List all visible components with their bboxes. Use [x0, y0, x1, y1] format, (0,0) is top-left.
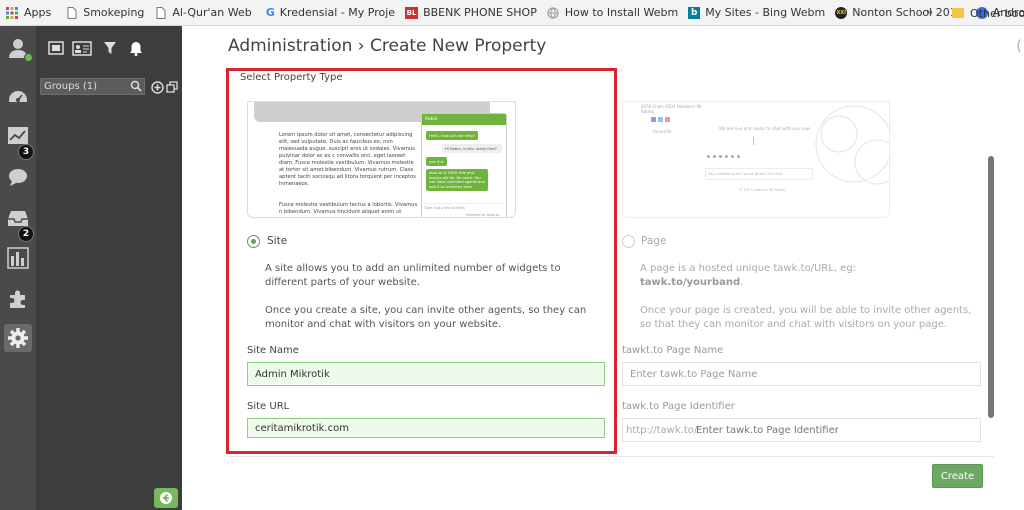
notifications-button[interactable]	[126, 38, 146, 58]
xxi-icon: XXI	[835, 6, 848, 19]
page-name-label: tawkt.to Page Name	[622, 345, 724, 356]
page-name-input[interactable]	[622, 362, 981, 386]
create-button[interactable]: Create	[932, 464, 983, 488]
reports-button[interactable]	[4, 244, 32, 272]
groups-search-field[interactable]: Groups (1)	[40, 78, 145, 95]
page-title: Administration › Create New Property	[228, 36, 547, 56]
dashboard-button[interactable]	[4, 82, 32, 110]
globe-icon	[547, 6, 559, 19]
filter-button[interactable]	[100, 38, 120, 58]
page-desc-text: A page is a hosted unique tawk.to/URL, e…	[640, 263, 857, 274]
bell-icon	[130, 41, 142, 56]
social-icons	[651, 117, 670, 122]
puzzle-icon	[10, 290, 25, 308]
groups-panel: Groups (1)	[36, 26, 182, 510]
bookmark-label: How to Install Webm	[564, 6, 679, 19]
monitoring-badge: 3	[18, 144, 34, 160]
page-icon	[67, 6, 77, 19]
collapse-panel-button[interactable]	[154, 488, 178, 508]
widget-view-button[interactable]	[46, 38, 66, 58]
messaging-button[interactable]	[4, 164, 32, 192]
bookmark-kredensial[interactable]: G Kredensial - My Proje	[262, 0, 399, 25]
bookmark-smokeping[interactable]: Smokeping	[63, 0, 148, 25]
page-preview-arrow	[753, 137, 754, 145]
bookmark-alquran[interactable]: Al-Qur'an Web	[152, 0, 255, 25]
admin-settings-button[interactable]	[4, 324, 32, 352]
online-status-dot	[24, 53, 33, 62]
search-icon[interactable]	[130, 80, 142, 92]
resize-handle-icon[interactable]: ⟨	[1016, 38, 1021, 54]
bookmarks-bar: Apps Smokeping Al-Qur'an Web G Kredensia…	[0, 0, 1024, 26]
icon-rail: 3 2	[0, 26, 36, 510]
bookmark-apps[interactable]: Apps	[0, 0, 55, 25]
page-desc-example: tawk.to/yourband	[640, 277, 741, 288]
filter-funnel-icon	[104, 42, 116, 54]
bookmark-label: Apps	[24, 6, 52, 19]
bookmark-label: Smokeping	[83, 6, 145, 19]
bookmark-label: BBENK PHONE SHOP	[423, 6, 537, 19]
page-preview-follow: Favourite	[653, 129, 672, 134]
frame-icon	[48, 41, 64, 55]
bookmark-bbenk[interactable]: BL BBENK PHONE SHOP	[401, 0, 541, 25]
page-option-label[interactable]: Page	[641, 235, 666, 247]
arrow-left-circle-icon	[160, 492, 172, 504]
page-preview-dots	[707, 155, 740, 158]
page-preview-stats: 4058 Chats 9504 Followers 98 Rating	[641, 104, 702, 114]
page-preview-thumbnail[interactable]: 4058 Chats 9504 Followers 98 Rating Favo…	[622, 101, 890, 218]
other-bookmarks[interactable]: Other bookm	[948, 0, 1024, 25]
page-identifier-field: http://tawk.to/	[622, 418, 981, 442]
bookmark-label: Kredensial - My Proje	[279, 6, 396, 19]
page-preview-decoration	[815, 105, 889, 185]
page-identifier-input[interactable]	[696, 421, 976, 439]
add-group-icon[interactable]	[151, 81, 164, 94]
apps-grid-icon	[6, 6, 18, 19]
bookmark-webm[interactable]: How to Install Webm	[543, 0, 682, 25]
page-identifier-prefix: http://tawk.to/	[626, 425, 698, 436]
page-radio[interactable]	[622, 235, 635, 248]
bookmark-bing[interactable]: b My Sites - Bing Webm	[684, 0, 829, 25]
page-preview-input: Say something and press [Enter] for chat	[705, 168, 813, 180]
more-bookmarks-button[interactable]: »	[926, 5, 933, 19]
bookmark-label: Other bookm	[970, 6, 1024, 20]
page-desc-period: .	[740, 277, 744, 288]
google-icon: G	[265, 6, 275, 19]
page-preview-headline: We are live and ready to chat with you n…	[719, 126, 810, 131]
id-card-icon	[72, 40, 92, 56]
page-icon	[156, 6, 166, 19]
bing-icon: b	[688, 6, 701, 19]
inbox-badge: 2	[18, 226, 34, 242]
bookmark-label: Nonton School 2017	[852, 6, 964, 19]
page-description-invite: Once your page is created, you will be a…	[640, 305, 972, 330]
bar-chart-icon	[7, 247, 29, 269]
addons-button[interactable]	[4, 284, 32, 312]
chat-bubbles-icon	[9, 169, 27, 186]
groups-label: Groups (1)	[44, 81, 97, 92]
page-identifier-label: tawk.to Page Identifier	[622, 401, 735, 412]
footer-divider	[228, 456, 994, 457]
page-preview-footer: © 2017 tawk.to | All Rights	[739, 188, 786, 192]
copy-icon[interactable]	[166, 81, 178, 93]
profile-button[interactable]	[4, 34, 33, 62]
scrollbar[interactable]	[988, 156, 994, 418]
page-description: A page is a hosted unique tawk.to/URL, e…	[640, 262, 985, 290]
folder-icon	[952, 8, 964, 18]
bl-logo-icon: BL	[405, 6, 419, 19]
bookmark-label: My Sites - Bing Webm	[705, 6, 826, 19]
highlight-box	[226, 68, 617, 454]
dashboard-gauge-icon	[9, 91, 27, 102]
bookmark-label: Al-Qur'an Web	[172, 6, 252, 19]
gear-icon	[8, 328, 28, 348]
contact-card-button[interactable]	[72, 38, 92, 58]
